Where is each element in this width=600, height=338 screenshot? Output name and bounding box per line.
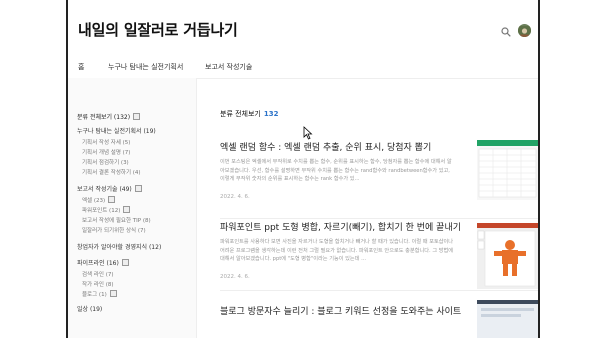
post-thumbnail[interactable] <box>477 300 538 338</box>
sidebar-subcategory-label: 파워포인트 (12) <box>82 208 121 214</box>
post-title[interactable]: 블로그 방문자수 늘리기 : 블로그 키워드 선정을 도와주는 사이트 <box>220 304 461 317</box>
blog-window: 내일의 일잘러로 거듭나기 홈 누구나 탐내는 실전기획서 보고서 작성기술 분… <box>66 0 540 338</box>
search-icon[interactable] <box>501 27 511 37</box>
new-badge-icon <box>123 206 131 213</box>
sidebar-subcategory[interactable]: 엑셀 (23) <box>82 196 116 204</box>
post-date: 2022. 4. 6. <box>220 194 250 200</box>
sidebar-subcategory[interactable]: 기획서 점검하기 (3) <box>82 158 129 166</box>
post-divider <box>220 218 538 219</box>
list-count: 132 <box>263 110 279 118</box>
post-summary: 파워포인트를 사용하다 보면 사진을 자르거나 도형을 합치거나 빼거나 할 때… <box>220 239 454 262</box>
sidebar-subcategory[interactable]: 블로그 (1) <box>82 290 117 298</box>
sidebar-category[interactable]: 파이프라인 (16) <box>77 258 129 267</box>
header: 내일의 일잘러로 거듭나기 <box>68 0 538 48</box>
post-thumbnail[interactable] <box>477 223 538 289</box>
sidebar-category[interactable]: 일상 (19) <box>77 304 102 313</box>
post-summary: 이번 포스팅은 엑셀에서 무작위로 수치를 뽑는 함수, 순위를 표시하는 함수… <box>220 159 452 182</box>
new-badge-icon <box>108 196 116 203</box>
sidebar-subcategory[interactable]: 기획서 작성 자세 (5) <box>82 138 130 146</box>
post-divider <box>220 290 538 291</box>
mouse-cursor-icon <box>303 126 313 140</box>
sidebar-category[interactable]: 창업자가 알아야할 경영지식 (12) <box>77 242 161 251</box>
sidebar-subcategory[interactable]: 기획서 결론 작성하기 (4) <box>82 168 141 176</box>
nav-planning[interactable]: 누구나 탐내는 실전기획서 <box>108 62 183 72</box>
nav-report[interactable]: 보고서 작성기술 <box>205 62 252 72</box>
sidebar-subcategory-label: 엑셀 (23) <box>82 198 106 204</box>
sidebar-subcategory-label: 블로그 (1) <box>82 292 107 298</box>
list-title: 분류 전체보기 <box>220 110 261 118</box>
sidebar-category[interactable]: 보고서 작성기술 (49) <box>77 184 142 193</box>
new-badge-icon <box>121 259 129 266</box>
new-badge-icon <box>134 185 142 192</box>
post-title[interactable]: 엑셀 랜덤 함수 : 엑셀 랜덤 추출, 순위 표시, 당첨자 뽑기 <box>220 140 431 153</box>
post-title[interactable]: 파워포인트 ppt 도형 병합, 자르기(빼기), 합치기 한 번에 끝내기 <box>220 220 461 233</box>
sidebar-total-label: 분류 전체보기 (132) <box>77 114 131 121</box>
avatar-icon[interactable] <box>518 24 531 37</box>
top-nav: 홈 누구나 탐내는 실전기획서 보고서 작성기술 <box>68 48 538 79</box>
post-list: 분류 전체보기 132 엑셀 랜덤 함수 : 엑셀 랜덤 추출, 순위 표시, 당… <box>218 78 538 338</box>
sidebar-subcategory[interactable]: 검색 라인 (7) <box>82 270 114 278</box>
new-badge-icon <box>133 113 141 120</box>
sidebar-subcategory[interactable]: 일잘러가 되기위한 상식 (7) <box>82 226 146 234</box>
post-date: 2022. 4. 6. <box>220 274 250 280</box>
sidebar-subcategory[interactable]: 기획서 개념 설명 (7) <box>82 148 130 156</box>
sidebar-subcategory[interactable]: 작가 라인 (8) <box>82 280 114 288</box>
sidebar-category-label: 보고서 작성기술 (49) <box>77 186 132 193</box>
blog-title[interactable]: 내일의 일잘러로 거듭나기 <box>78 19 238 40</box>
sidebar-total[interactable]: 분류 전체보기 (132) <box>77 112 141 121</box>
sidebar-subcategory[interactable]: 보고서 작성에 필요한 TIP (8) <box>82 216 151 224</box>
sidebar-category-label: 파이프라인 (16) <box>77 260 119 267</box>
sidebar-subcategory[interactable]: 파워포인트 (12) <box>82 206 131 214</box>
new-badge-icon <box>109 290 117 297</box>
post-thumbnail[interactable] <box>477 140 538 200</box>
sidebar-category[interactable]: 누구나 탐내는 실전기획서 (19) <box>77 126 156 135</box>
nav-home[interactable]: 홈 <box>78 62 84 72</box>
list-header: 분류 전체보기 132 <box>220 109 279 119</box>
category-sidebar: 분류 전체보기 (132) 누구나 탐내는 실전기획서 (19) 기획서 작성 … <box>68 78 197 338</box>
